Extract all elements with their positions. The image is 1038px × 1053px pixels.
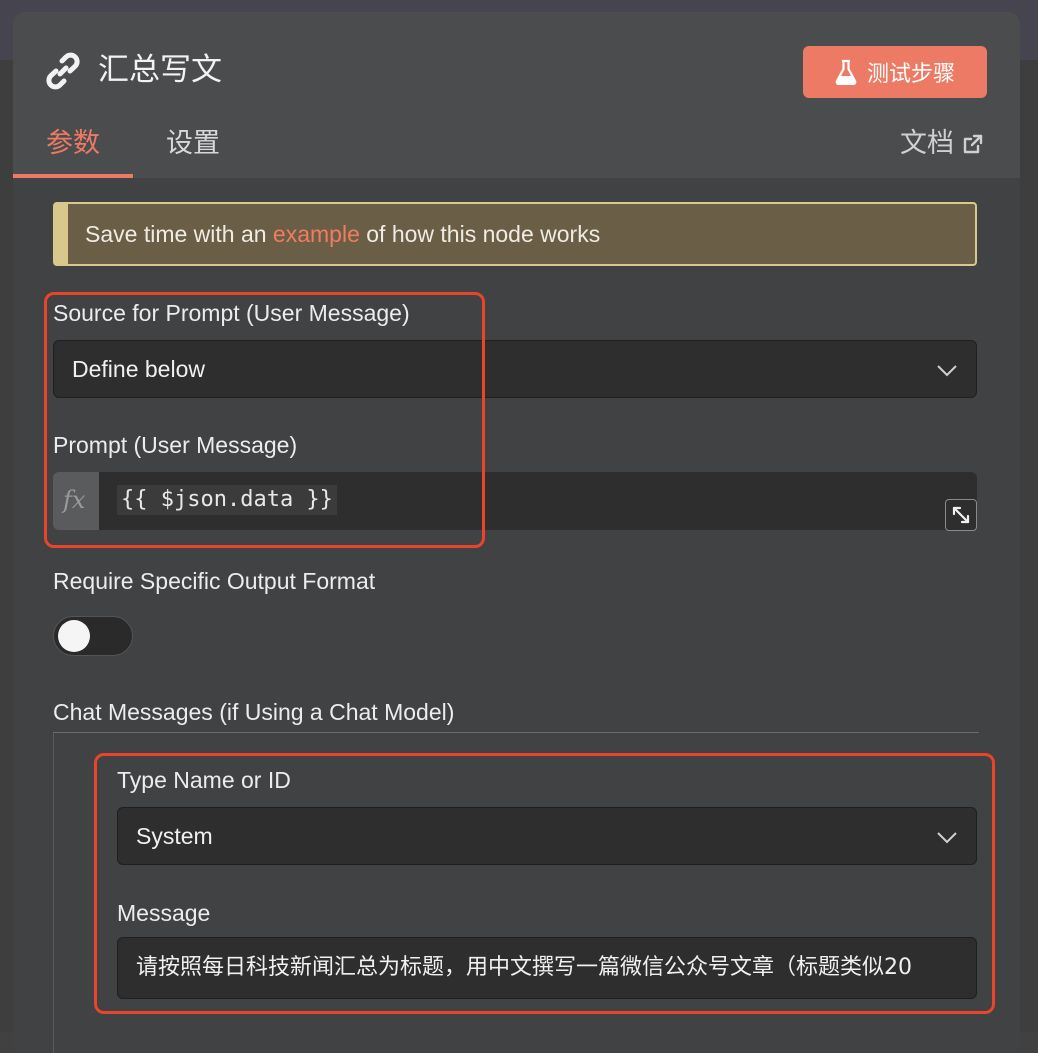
docs-link-label: 文档 [900,128,954,159]
expand-icon [952,506,970,524]
notice-text: Save time with an example of how this no… [85,204,600,264]
chevron-down-icon [937,365,957,377]
prompt-source-label: Source for Prompt (User Message) [53,300,410,326]
message-value: 请按照每日科技新闻汇总为标题，用中文撰写一篇微信公众号文章（标题类似20 [136,955,912,980]
fx-icon: fx [63,486,86,514]
section-divider [53,732,979,733]
tab-parameters[interactable]: 参数 [46,126,100,162]
fx-indicator: fx [53,472,99,530]
tab-settings[interactable]: 设置 [166,126,220,162]
chat-messages-label: Chat Messages (if Using a Chat Model) [53,699,455,725]
prompt-label: Prompt (User Message) [53,432,298,458]
example-notice: Save time with an example of how this no… [53,202,977,266]
canvas-backdrop-right [1020,60,1038,1032]
type-label: Type Name or ID [117,767,291,793]
docs-link[interactable]: 文档 [900,126,984,162]
output-format-label: Require Specific Output Format [53,568,376,594]
prompt-source-select[interactable]: Define below [53,340,977,398]
expand-editor-button[interactable] [945,499,977,531]
collection-indent-line [53,733,54,1053]
notice-accent-bar [55,204,68,264]
prompt-expression-field[interactable]: fx {{ $json.data }} [53,472,977,530]
notice-suffix: of how this node works [359,221,601,247]
prompt-input[interactable]: {{ $json.data }} [99,472,977,530]
message-label: Message [117,900,211,926]
canvas-backdrop-left [0,60,14,1032]
test-step-label: 测试步骤 [866,62,955,87]
toggle-knob [58,620,90,652]
node-title[interactable]: 汇总写文 [98,50,222,90]
prompt-source-value: Define below [72,356,205,382]
chevron-down-icon [937,832,957,844]
prompt-expression-value: {{ $json.data }} [117,485,337,515]
message-type-value: System [136,823,213,849]
link-icon [46,52,80,90]
test-step-button[interactable]: 测试步骤 [803,46,987,98]
output-format-toggle[interactable] [53,616,133,656]
message-input[interactable]: 请按照每日科技新闻汇总为标题，用中文撰写一篇微信公众号文章（标题类似20 [117,937,977,999]
node-settings-panel: 汇总写文 测试步骤 参数 设置 文档 Save time with an exa… [13,12,1020,1053]
external-link-icon [963,134,983,154]
example-link[interactable]: example [273,221,360,247]
notice-prefix: Save time with an [85,221,273,247]
flask-icon [835,59,857,85]
message-type-select[interactable]: System [117,807,977,865]
